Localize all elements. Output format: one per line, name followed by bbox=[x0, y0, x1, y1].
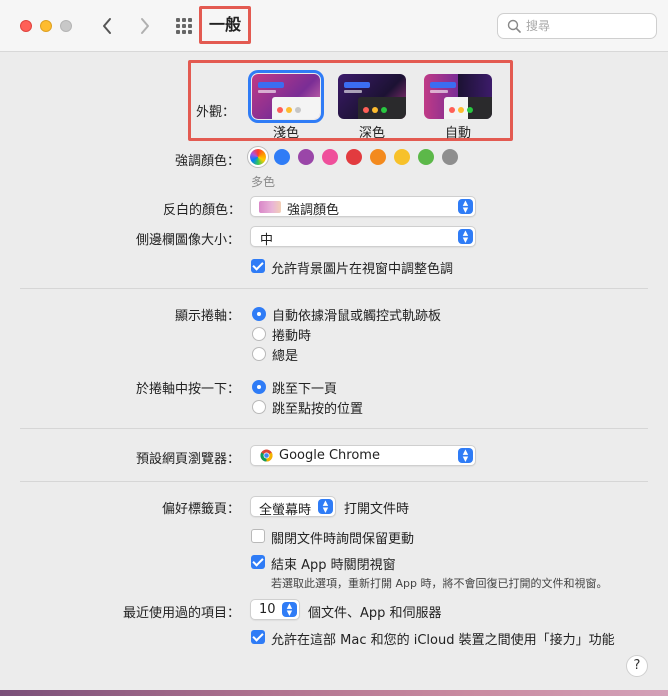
preferences-window: 一般 外觀： 淺色 深色 自動 強調顏色： bbox=[0, 0, 668, 690]
accent-selected-name: 多色 bbox=[251, 175, 276, 189]
sidebar-icon-size-label: 側邊欄圖像大小： bbox=[136, 233, 241, 248]
chevron-left-icon bbox=[103, 18, 111, 34]
highlight-color-value: 強調顏色 bbox=[287, 203, 340, 218]
accent-color-label: 強調顏色： bbox=[175, 154, 241, 169]
accent-graphite-swatch[interactable] bbox=[442, 149, 458, 165]
accent-multicolor-swatch[interactable] bbox=[248, 147, 268, 167]
theme-dark-option[interactable] bbox=[338, 74, 406, 119]
highlight-color-popup[interactable]: 強調顏色 ▲ ▼ bbox=[250, 196, 476, 218]
show-scrollbars-label: 顯示捲軸： bbox=[175, 309, 241, 324]
popup-arrows-icon: ▲ ▼ bbox=[318, 499, 333, 514]
recent-items-label: 最近使用過的項目： bbox=[123, 606, 241, 621]
highlight-color-label: 反白的顏色： bbox=[163, 203, 242, 218]
desktop-wallpaper-strip bbox=[0, 690, 668, 696]
scrollbars-when-scrolling-radio[interactable] bbox=[252, 327, 266, 341]
sidebar-icon-size-value: 中 bbox=[260, 233, 274, 248]
accent-blue-swatch[interactable] bbox=[274, 149, 290, 165]
scrollbars-when-scrolling-label: 捲動時 bbox=[272, 329, 312, 344]
theme-light-label: 淺色 bbox=[272, 126, 299, 141]
prefer-tabs-label: 偏好標籤頁： bbox=[162, 502, 241, 517]
forward-button[interactable] bbox=[133, 14, 157, 38]
search-input[interactable] bbox=[526, 17, 651, 35]
chrome-icon bbox=[260, 449, 273, 462]
scrollbars-auto-radio[interactable] bbox=[252, 307, 266, 321]
sidebar-icon-size-popup[interactable]: 中 ▲ ▼ bbox=[250, 226, 476, 248]
scrollbars-auto-label: 自動依據滑鼠或觸控式軌跡板 bbox=[272, 309, 442, 324]
show-all-grid-icon[interactable] bbox=[176, 18, 194, 34]
ask-keep-changes-checkbox[interactable] bbox=[251, 529, 265, 543]
search-field[interactable] bbox=[497, 13, 657, 39]
accent-red-swatch[interactable] bbox=[346, 149, 362, 165]
window-title: 一般 bbox=[199, 6, 251, 44]
divider bbox=[20, 428, 648, 429]
accent-yellow-swatch[interactable] bbox=[394, 149, 410, 165]
wallpaper-tinting-label: 允許背景圖片在視窗中調整色調 bbox=[271, 262, 454, 277]
jump-next-page-label: 跳至下一頁 bbox=[272, 382, 338, 397]
accent-green-swatch[interactable] bbox=[418, 149, 434, 165]
close-windows-label: 結束 App 時關閉視窗 bbox=[271, 558, 396, 573]
appearance-label: 外觀： bbox=[196, 105, 236, 120]
default-browser-label: 預設網頁瀏覽器： bbox=[136, 452, 241, 467]
divider bbox=[20, 288, 648, 289]
accent-pink-swatch[interactable] bbox=[322, 149, 338, 165]
scrollbars-always-label: 總是 bbox=[272, 349, 299, 364]
prefer-tabs-suffix: 打開文件時 bbox=[344, 502, 410, 517]
close-window-button[interactable] bbox=[20, 20, 32, 32]
back-button[interactable] bbox=[95, 14, 119, 38]
minimize-window-button[interactable] bbox=[40, 20, 52, 32]
popup-arrows-icon: ▲ ▼ bbox=[282, 602, 297, 617]
divider bbox=[20, 481, 648, 482]
popup-arrows-icon: ▲ ▼ bbox=[458, 199, 473, 214]
recent-items-popup[interactable]: 10 ▲ ▼ bbox=[250, 599, 300, 620]
scrollbars-always-radio[interactable] bbox=[252, 347, 266, 361]
search-icon bbox=[507, 19, 521, 33]
jump-next-page-radio[interactable] bbox=[252, 380, 266, 394]
click-scrollbar-label: 於捲軸中按一下： bbox=[136, 382, 241, 397]
default-browser-popup[interactable]: Google Chrome ▲ ▼ bbox=[250, 445, 476, 466]
prefer-tabs-value: 全螢幕時 bbox=[259, 503, 312, 518]
help-button[interactable]: ? bbox=[626, 655, 648, 677]
recent-items-suffix: 個文件、App 和伺服器 bbox=[308, 606, 442, 621]
handoff-label: 允許在這部 Mac 和您的 iCloud 裝置之間使用「接力」功能 bbox=[271, 633, 615, 648]
handoff-checkbox[interactable] bbox=[251, 630, 265, 644]
default-browser-value: Google Chrome bbox=[279, 448, 380, 463]
ask-keep-changes-label: 關閉文件時詢問保留更動 bbox=[271, 532, 415, 547]
wallpaper-tinting-checkbox[interactable] bbox=[251, 259, 265, 273]
popup-arrows-icon: ▲ ▼ bbox=[458, 448, 473, 463]
prefer-tabs-popup[interactable]: 全螢幕時 ▲ ▼ bbox=[250, 496, 336, 518]
theme-auto-label: 自動 bbox=[444, 126, 471, 141]
theme-dark-label: 深色 bbox=[358, 126, 385, 141]
accent-purple-swatch[interactable] bbox=[298, 149, 314, 165]
popup-arrows-icon: ▲ ▼ bbox=[458, 229, 473, 244]
titlebar: 一般 bbox=[0, 0, 668, 52]
jump-clicked-spot-radio[interactable] bbox=[252, 400, 266, 414]
theme-auto-option[interactable] bbox=[424, 74, 492, 119]
theme-light-option[interactable] bbox=[248, 70, 324, 123]
zoom-window-button[interactable] bbox=[60, 20, 72, 32]
recent-items-value: 10 bbox=[259, 602, 276, 617]
close-windows-checkbox[interactable] bbox=[251, 555, 265, 569]
highlight-color-preview bbox=[259, 201, 281, 213]
chevron-right-icon bbox=[141, 18, 149, 34]
close-windows-note: 若選取此選項，重新打開 App 時，將不會回復已打開的文件和視窗。 bbox=[271, 577, 608, 590]
accent-orange-swatch[interactable] bbox=[370, 149, 386, 165]
jump-clicked-spot-label: 跳至點按的位置 bbox=[272, 402, 364, 417]
